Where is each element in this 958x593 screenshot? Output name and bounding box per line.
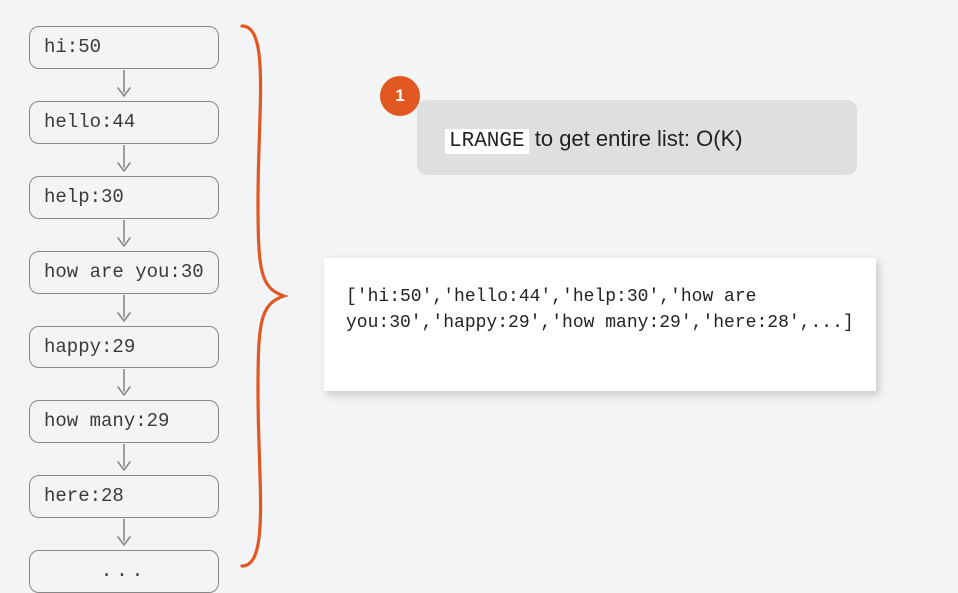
arrow-down-icon: [115, 294, 133, 326]
callout-text: to get entire list: O(K): [529, 126, 743, 151]
linked-list: hi:50 hello:44 help:30 how are you:30 ha…: [24, 26, 224, 593]
step-badge: 1: [380, 76, 420, 116]
callout-box: LRANGE to get entire list: O(K): [417, 100, 857, 175]
list-node: happy:29: [29, 326, 219, 369]
list-node: hi:50: [29, 26, 219, 69]
code-command: LRANGE: [445, 129, 529, 154]
list-node: how many:29: [29, 400, 219, 443]
list-node: how are you:30: [29, 251, 219, 294]
arrow-down-icon: [115, 144, 133, 176]
arrow-down-icon: [115, 69, 133, 101]
list-node-ellipsis: ...: [29, 550, 219, 593]
list-node: here:28: [29, 475, 219, 518]
arrow-down-icon: [115, 219, 133, 251]
arrow-down-icon: [115, 443, 133, 475]
arrow-down-icon: [115, 518, 133, 550]
list-node: help:30: [29, 176, 219, 219]
result-output: ['hi:50','hello:44','help:30','how are y…: [324, 258, 876, 391]
arrow-down-icon: [115, 368, 133, 400]
curly-brace-icon: [230, 20, 290, 572]
list-node: hello:44: [29, 101, 219, 144]
